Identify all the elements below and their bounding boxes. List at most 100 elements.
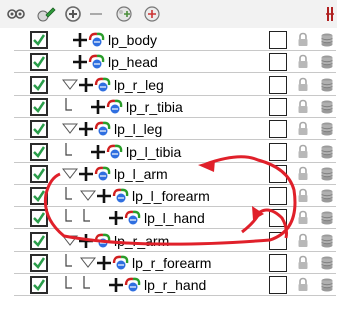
lock-icon[interactable]	[296, 255, 310, 271]
move-handle-icon[interactable]	[78, 120, 94, 138]
layer-color-swatch[interactable]	[269, 75, 287, 94]
move-handle-icon[interactable]	[96, 254, 112, 272]
visibility-checkbox[interactable]	[30, 276, 48, 295]
expand-triangle-icon[interactable]	[62, 232, 78, 250]
stack-icon[interactable]	[320, 32, 334, 48]
stack-icon[interactable]	[320, 54, 334, 70]
move-handle-icon[interactable]	[78, 165, 94, 183]
move-handle-icon[interactable]	[72, 31, 88, 49]
stack-icon[interactable]	[320, 233, 334, 249]
move-handle-icon[interactable]	[96, 187, 112, 205]
layer-row[interactable]: lp_l_leg	[14, 118, 336, 141]
visibility-checkbox[interactable]	[30, 254, 48, 272]
edit-icon[interactable]	[34, 3, 58, 25]
layer-color-swatch[interactable]	[269, 164, 287, 183]
stack-icon[interactable]	[320, 166, 334, 182]
view-icon[interactable]	[4, 3, 28, 25]
move-handle-icon[interactable]	[90, 98, 106, 116]
layer-row[interactable]: lp_r_arm	[14, 229, 336, 252]
lock-icon[interactable]	[296, 188, 310, 204]
peg-node-icon	[105, 97, 125, 117]
lock-icon[interactable]	[296, 32, 310, 48]
layer-color-swatch[interactable]	[269, 231, 287, 250]
visibility-checkbox[interactable]	[30, 120, 48, 139]
move-handle-icon[interactable]	[72, 53, 88, 71]
visibility-checkbox[interactable]	[30, 209, 48, 228]
lock-icon[interactable]	[296, 121, 310, 137]
tree-connector-icon	[64, 141, 74, 159]
visibility-checkbox[interactable]	[30, 231, 48, 250]
visibility-checkbox[interactable]	[30, 142, 48, 161]
toolbar-overflow-icon[interactable]	[324, 3, 336, 25]
visibility-checkbox[interactable]	[30, 164, 48, 183]
move-handle-icon[interactable]	[78, 232, 94, 250]
layer-color-swatch[interactable]	[269, 53, 287, 72]
lock-icon[interactable]	[296, 210, 310, 226]
lock-icon[interactable]	[296, 54, 310, 70]
layer-row[interactable]: lp_l_hand	[14, 207, 336, 230]
layer-color-swatch[interactable]	[269, 209, 287, 228]
layer-list: lp_body lp_head lp_r_leg lp_r_tibia lp_l_leg…	[0, 28, 337, 328]
layer-name-label: lp_l_leg	[114, 121, 163, 138]
layer-row[interactable]: lp_body	[14, 29, 336, 51]
add-node-icon[interactable]	[112, 3, 136, 25]
stack-icon[interactable]	[320, 121, 334, 137]
move-handle-icon[interactable]	[78, 76, 94, 94]
layer-row[interactable]: lp_l_forearm	[14, 185, 336, 208]
layer-row[interactable]: lp_r_hand	[14, 274, 336, 297]
lock-icon[interactable]	[296, 233, 310, 249]
expand-triangle-icon[interactable]	[62, 120, 78, 138]
visibility-checkbox[interactable]	[30, 75, 48, 94]
lock-icon[interactable]	[296, 144, 310, 160]
stack-icon[interactable]	[320, 144, 334, 160]
expand-triangle-icon[interactable]	[80, 254, 96, 272]
layer-row[interactable]: lp_l_arm	[14, 162, 336, 185]
expand-triangle-icon[interactable]	[62, 76, 78, 94]
stack-icon[interactable]	[320, 210, 334, 226]
peg-node-icon	[93, 75, 113, 95]
stack-icon[interactable]	[320, 277, 334, 293]
move-handle-icon[interactable]	[108, 276, 124, 294]
visibility-checkbox[interactable]	[30, 187, 48, 206]
expand-triangle-icon[interactable]	[80, 187, 96, 205]
layer-color-swatch[interactable]	[269, 254, 287, 272]
layer-name-label: lp_r_forearm	[132, 255, 212, 271]
tree-connector-icon	[64, 185, 74, 203]
layer-row[interactable]: lp_r_tibia	[14, 95, 336, 118]
lock-icon[interactable]	[296, 99, 310, 115]
stack-icon[interactable]	[320, 77, 334, 93]
peg-node-icon	[87, 30, 107, 50]
peg-node-icon	[111, 253, 131, 273]
layer-color-swatch[interactable]	[269, 187, 287, 206]
move-handle-icon[interactable]	[90, 143, 106, 161]
stack-icon[interactable]	[320, 188, 334, 204]
layer-row[interactable]: lp_l_tibia	[14, 140, 336, 163]
lock-icon[interactable]	[296, 166, 310, 182]
layer-row[interactable]: lp_head	[14, 51, 336, 74]
layer-name-label: lp_r_leg	[114, 76, 164, 93]
layer-color-swatch[interactable]	[269, 276, 287, 295]
move-handle-icon[interactable]	[108, 209, 124, 227]
add-group-icon[interactable]	[140, 3, 164, 25]
layer-color-swatch[interactable]	[269, 31, 287, 49]
tree-connector-icon	[64, 96, 74, 114]
layer-color-swatch[interactable]	[269, 120, 287, 139]
peg-node-icon	[105, 142, 125, 162]
visibility-checkbox[interactable]	[30, 31, 48, 49]
add-icon[interactable]	[62, 3, 86, 25]
lock-icon[interactable]	[296, 77, 310, 93]
stack-icon[interactable]	[320, 99, 334, 115]
layer-name-label: lp_l_arm	[114, 165, 168, 182]
layer-row[interactable]: lp_r_leg	[14, 73, 336, 96]
expand-triangle-icon[interactable]	[62, 165, 78, 183]
visibility-checkbox[interactable]	[30, 53, 48, 72]
layer-row[interactable]: lp_r_forearm	[14, 252, 336, 274]
lock-icon[interactable]	[296, 277, 310, 293]
collapse-icon[interactable]	[86, 3, 110, 25]
layer-name-label: lp_r_arm	[114, 232, 170, 249]
layer-color-swatch[interactable]	[269, 97, 287, 116]
layer-color-swatch[interactable]	[269, 142, 287, 161]
stack-icon[interactable]	[320, 255, 334, 271]
layer-name-label: lp_l_forearm	[132, 188, 210, 205]
visibility-checkbox[interactable]	[30, 97, 48, 116]
